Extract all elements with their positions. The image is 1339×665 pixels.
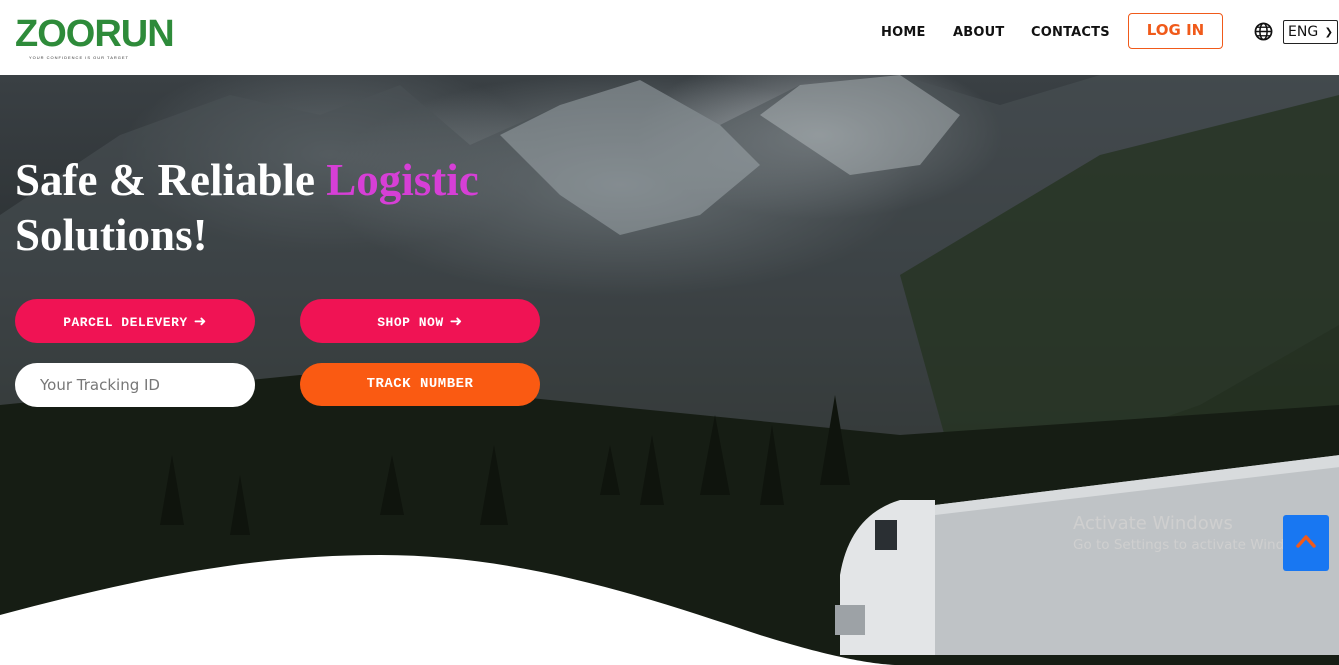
- logo-text: ZOORUN: [15, 13, 175, 55]
- login-button[interactable]: LOG IN: [1128, 13, 1223, 49]
- arrow-right-icon: ➜: [449, 312, 463, 330]
- hero-title-part2: Solutions!: [15, 210, 208, 260]
- nav-about[interactable]: ABOUT: [953, 25, 1004, 40]
- hero-title: Safe & Reliable Logistic Solutions!: [15, 153, 479, 263]
- logo-tagline: YOUR CONFIDENCE IS OUR TARGET: [29, 55, 129, 60]
- tracking-id-input[interactable]: [15, 363, 255, 407]
- activate-title: Activate Windows: [1073, 513, 1233, 534]
- language-select[interactable]: ENG ❯: [1283, 20, 1338, 44]
- parcel-delivery-label: PARCEL DELEVERY: [63, 315, 188, 330]
- hero-title-highlight: Logistic: [326, 155, 479, 205]
- chevron-up-icon: [1296, 535, 1316, 548]
- wave-divider: [0, 555, 900, 665]
- hero-section: Safe & Reliable Logistic Solutions! PARC…: [0, 75, 1339, 665]
- activate-subtitle: Go to Settings to activate Windows.: [1073, 537, 1315, 553]
- nav-home[interactable]: HOME: [881, 25, 926, 40]
- nav-contacts[interactable]: CONTACTS: [1031, 25, 1110, 40]
- parcel-delivery-button[interactable]: PARCEL DELEVERY ➜: [15, 299, 255, 343]
- track-number-button[interactable]: TRACK NUMBER: [300, 363, 540, 406]
- hero-title-part1: Safe & Reliable: [15, 155, 327, 205]
- arrow-right-icon: ➜: [193, 312, 207, 330]
- activate-windows-watermark: Activate Windows Go to Settings to activ…: [1073, 513, 1315, 553]
- shop-now-button[interactable]: SHOP NOW ➜: [300, 299, 540, 343]
- language-value: ENG: [1288, 24, 1319, 40]
- scroll-to-top-button[interactable]: [1283, 515, 1329, 571]
- logo[interactable]: ZOORUN YOUR CONFIDENCE IS OUR TARGET: [15, 12, 175, 64]
- chevron-down-icon: ❯: [1324, 27, 1333, 38]
- shop-now-label: SHOP NOW: [377, 315, 444, 330]
- globe-icon: [1254, 22, 1273, 41]
- site-header: ZOORUN YOUR CONFIDENCE IS OUR TARGET HOM…: [0, 0, 1339, 75]
